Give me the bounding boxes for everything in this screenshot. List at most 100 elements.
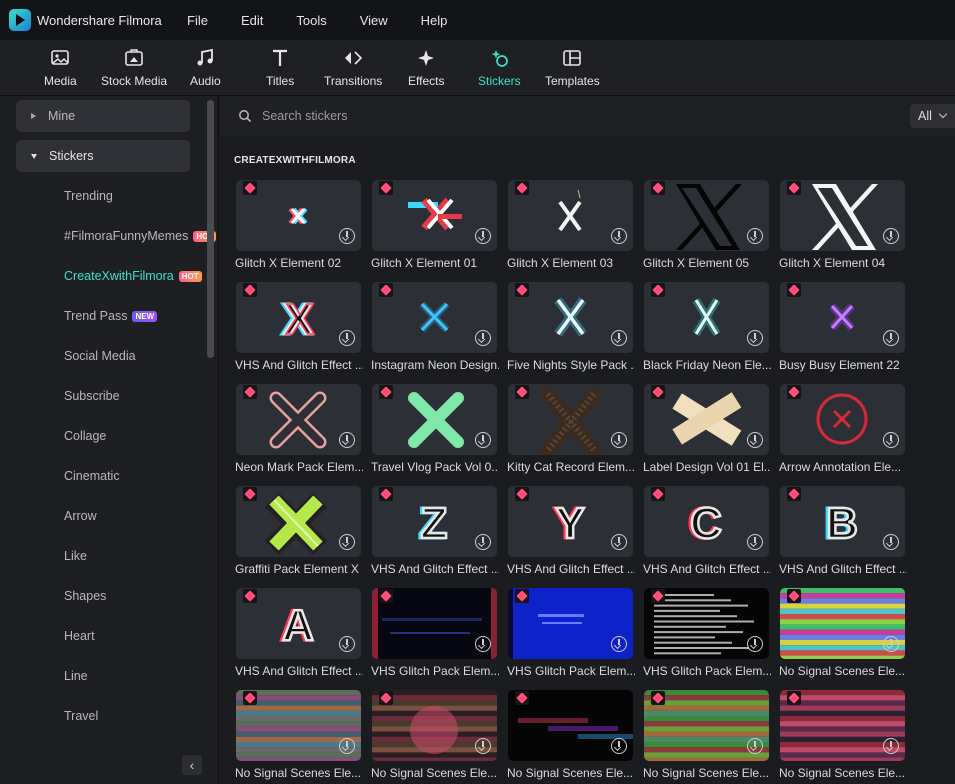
sidebar-item[interactable]: Social Media xyxy=(64,349,136,363)
sticker-card[interactable]: Five Nights Style Pack ... xyxy=(507,282,635,372)
sticker-thumbnail[interactable] xyxy=(508,690,633,761)
sticker-thumbnail[interactable] xyxy=(644,588,769,659)
sticker-thumbnail[interactable] xyxy=(780,180,905,251)
sticker-card[interactable]: Kitty Cat Record Elem... xyxy=(507,384,635,474)
download-icon[interactable] xyxy=(339,534,355,550)
download-icon[interactable] xyxy=(747,228,763,244)
download-icon[interactable] xyxy=(475,330,491,346)
sidebar-item[interactable]: Trend Pass NEW xyxy=(64,309,158,323)
download-icon[interactable] xyxy=(475,636,491,652)
sidebar-category-mine[interactable]: Mine xyxy=(16,100,190,132)
sticker-card[interactable]: Label Design Vol 01 El... xyxy=(643,384,771,474)
download-icon[interactable] xyxy=(883,636,899,652)
menu-view[interactable]: View xyxy=(360,13,388,28)
download-icon[interactable] xyxy=(611,636,627,652)
sidebar-item[interactable]: Subscribe xyxy=(64,389,120,403)
sticker-card[interactable]: No Signal Scenes Ele... xyxy=(779,690,905,780)
download-icon[interactable] xyxy=(339,432,355,448)
sticker-card[interactable]: Glitch X Element 04 xyxy=(779,180,905,270)
sticker-thumbnail[interactable] xyxy=(236,486,361,557)
sticker-thumbnail[interactable] xyxy=(780,384,905,455)
sticker-thumbnail[interactable]: ZZ xyxy=(372,486,497,557)
sidebar-scrollbar[interactable] xyxy=(207,100,214,358)
menu-edit[interactable]: Edit xyxy=(241,13,263,28)
sticker-thumbnail[interactable]: BB xyxy=(780,486,905,557)
download-icon[interactable] xyxy=(611,534,627,550)
sticker-card[interactable]: Y Y VHS And Glitch Effect ... xyxy=(507,486,635,576)
download-icon[interactable] xyxy=(339,330,355,346)
sticker-thumbnail[interactable] xyxy=(236,690,361,761)
sticker-thumbnail[interactable] xyxy=(508,180,633,251)
sticker-thumbnail[interactable] xyxy=(372,282,497,353)
download-icon[interactable] xyxy=(475,228,491,244)
download-icon[interactable] xyxy=(883,534,899,550)
sticker-card[interactable]: Glitch X Element 03 xyxy=(507,180,633,270)
sidebar-item[interactable]: Cinematic xyxy=(64,469,120,483)
sidebar-item[interactable]: Heart xyxy=(64,629,95,643)
sticker-card[interactable]: Glitch X Element 02 xyxy=(235,180,361,270)
sticker-card[interactable]: Arrow Annotation Ele... xyxy=(779,384,905,474)
download-icon[interactable] xyxy=(611,330,627,346)
sticker-thumbnail[interactable] xyxy=(236,180,361,251)
collapse-sidebar-button[interactable]: ‹ xyxy=(182,755,202,775)
sticker-thumbnail[interactable] xyxy=(508,384,633,455)
download-icon[interactable] xyxy=(475,534,491,550)
sticker-thumbnail[interactable]: YY xyxy=(508,486,633,557)
sticker-thumbnail[interactable] xyxy=(780,588,905,659)
download-icon[interactable] xyxy=(883,738,899,754)
sidebar-item[interactable]: Travel xyxy=(64,709,98,723)
sticker-card[interactable]: Black Friday Neon Ele... xyxy=(643,282,771,372)
sticker-thumbnail[interactable] xyxy=(372,180,497,251)
sticker-thumbnail[interactable] xyxy=(644,180,769,251)
tab-effects[interactable]: Effects xyxy=(408,48,444,88)
download-icon[interactable] xyxy=(883,432,899,448)
tab-stock-media[interactable]: Stock Media xyxy=(101,48,167,88)
sticker-card[interactable]: Graffiti Pack Element X xyxy=(235,486,361,576)
sidebar-item[interactable]: Like xyxy=(64,549,87,563)
sticker-thumbnail[interactable] xyxy=(372,384,497,455)
tab-stickers[interactable]: Stickers xyxy=(478,48,521,88)
download-icon[interactable] xyxy=(611,228,627,244)
download-icon[interactable] xyxy=(339,636,355,652)
sticker-thumbnail[interactable] xyxy=(372,588,497,659)
sticker-thumbnail[interactable] xyxy=(644,282,769,353)
sticker-card[interactable]: B B VHS And Glitch Effect ... xyxy=(779,486,907,576)
sticker-thumbnail[interactable] xyxy=(644,384,769,455)
sidebar-item[interactable]: Shapes xyxy=(64,589,106,603)
sticker-thumbnail[interactable] xyxy=(508,588,633,659)
sticker-card[interactable]: No Signal Scenes Ele... xyxy=(643,690,769,780)
tab-titles[interactable]: Titles xyxy=(266,48,294,88)
download-icon[interactable] xyxy=(339,738,355,754)
sticker-card[interactable]: Glitch X Element 05 xyxy=(643,180,769,270)
sticker-card[interactable]: No Signal Scenes Ele... xyxy=(507,690,633,780)
search-input[interactable] xyxy=(262,106,662,126)
sidebar-item[interactable]: Arrow xyxy=(64,509,97,523)
sticker-card[interactable]: X X X VHS And Glitch Effect ... xyxy=(235,282,363,372)
sticker-card[interactable]: Instagram Neon Design... xyxy=(371,282,499,372)
sticker-card[interactable]: VHS Glitch Pack Elem... xyxy=(507,588,635,678)
sticker-thumbnail[interactable] xyxy=(372,690,497,761)
download-icon[interactable] xyxy=(475,738,491,754)
download-icon[interactable] xyxy=(883,330,899,346)
download-icon[interactable] xyxy=(747,534,763,550)
tab-templates[interactable]: Templates xyxy=(545,48,600,88)
menu-help[interactable]: Help xyxy=(421,13,448,28)
sticker-card[interactable]: No Signal Scenes Ele... xyxy=(371,690,497,780)
sticker-thumbnail[interactable]: XXX xyxy=(236,282,361,353)
sticker-card[interactable]: No Signal Scenes Ele... xyxy=(779,588,905,678)
sticker-thumbnail[interactable] xyxy=(780,282,905,353)
download-icon[interactable] xyxy=(475,432,491,448)
sidebar-item[interactable]: Trending xyxy=(64,189,113,203)
sticker-card[interactable]: A A VHS And Glitch Effect ... xyxy=(235,588,363,678)
sticker-card[interactable]: VHS Glitch Pack Elem... xyxy=(371,588,499,678)
sticker-thumbnail[interactable] xyxy=(780,690,905,761)
sticker-card[interactable]: Z Z VHS And Glitch Effect ... xyxy=(371,486,499,576)
download-icon[interactable] xyxy=(883,228,899,244)
sidebar-category-stickers[interactable]: Stickers xyxy=(16,140,190,172)
sticker-thumbnail[interactable]: CC xyxy=(644,486,769,557)
sticker-card[interactable]: C C VHS And Glitch Effect ... xyxy=(643,486,771,576)
sidebar-item[interactable]: #FilmoraFunnyMemes HOT xyxy=(64,229,217,243)
sidebar-item[interactable]: Collage xyxy=(64,429,106,443)
tab-audio[interactable]: Audio xyxy=(190,48,221,88)
tab-transitions[interactable]: Transitions xyxy=(324,48,382,88)
